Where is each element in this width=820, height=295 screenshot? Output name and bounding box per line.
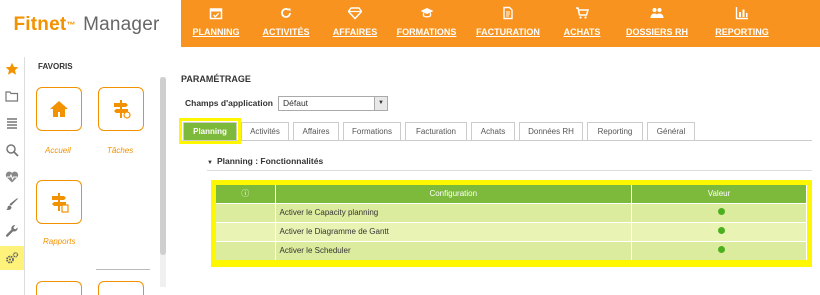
diamond-icon [348,6,362,20]
value-cell[interactable] [631,240,807,260]
nav-label: AFFAIRES [332,27,378,37]
cart-icon [575,6,589,20]
config-label: Activer le Scheduler [275,240,632,260]
signpost-icon [114,100,131,119]
folder-icon[interactable] [0,84,24,108]
scope-select[interactable]: Défaut ▼ [278,96,388,111]
table-cell-empty [216,221,276,241]
nav-activites[interactable]: ACTIVITÉS [251,0,321,47]
page-title: PARAMÉTRAGE [181,74,251,84]
table-row: Activer le Diagramme de Gantt [216,221,807,241]
favorites-scrollbar-thumb[interactable] [160,77,166,255]
tab-achats[interactable]: Achats [471,122,515,140]
tab-donnees-rh[interactable]: Données RH [519,122,583,140]
table-cell-empty [216,240,276,260]
nav-label: ACHATS [563,27,601,37]
nav-affaires[interactable]: AFFAIRES [321,0,389,47]
nav-formations[interactable]: FORMATIONS [389,0,464,47]
table-row: Activer le Scheduler [216,240,807,260]
table-row: Activer le Capacity planning [216,202,807,222]
favorite-tile-partial[interactable] [98,281,144,295]
nav-label: ACTIVITÉS [262,27,310,37]
table-cell-empty [216,202,276,222]
favorites-title: FAVORIS [38,62,73,71]
refresh-icon [279,6,293,20]
brush-icon[interactable] [0,192,24,216]
calendar-icon [209,6,223,20]
favorite-label-accueil[interactable]: Accueil [45,146,71,155]
home-icon [50,101,68,117]
tab-activites[interactable]: Activités [241,122,289,140]
value-cell[interactable] [631,221,807,241]
value-cell[interactable] [631,202,807,222]
tab-planning[interactable]: Planning [179,118,241,144]
tab-facturation[interactable]: Facturation [405,122,467,140]
bar-chart-icon [735,6,749,20]
tab-bar: Planning Activités Affaires Formations F… [179,118,812,144]
favorite-label-rapports[interactable]: Rapports [43,237,75,246]
favorite-accueil[interactable] [36,87,82,131]
chevron-down-icon[interactable]: ▼ [374,97,387,110]
logo-rest: Manager [83,14,160,35]
users-icon [650,6,664,20]
nav-planning[interactable]: PLANNING [181,0,251,47]
heartbeat-icon[interactable] [0,165,24,189]
logo-tm: ™ [66,20,76,30]
favorite-label-taches[interactable]: Tâches [107,146,133,155]
wrench-icon[interactable] [0,219,24,243]
config-table-highlight: ⓘ Configuration Valeur Activer le Capaci… [211,180,812,267]
scope-select-value: Défaut [283,98,309,108]
app-logo: Fitnet ™ Manager [0,0,173,50]
favorite-tile-partial[interactable] [36,281,82,295]
favorites-divider [96,269,150,270]
favorite-taches[interactable] [98,87,144,131]
section-divider [207,170,812,171]
info-icon: ⓘ [216,185,276,203]
section-title: Planning : Fonctionnalités [216,156,324,166]
invoice-icon [501,6,515,20]
tab-reporting[interactable]: Reporting [587,122,643,140]
logo-main: Fitnet [13,14,67,35]
status-on-icon[interactable] [717,227,725,234]
favorite-rapports[interactable] [36,180,82,224]
nav-facturation[interactable]: FACTURATION [464,0,552,47]
favorites-panel: FAVORIS Accueil Tâches Rapports [24,57,169,295]
field-label: Champs d'application [185,98,273,108]
nav-label: DOSSIERS RH [625,27,688,37]
signpost-doc-icon [52,193,69,213]
column-header-configuration: Configuration [275,185,632,203]
nav-label: REPORTING [715,27,769,37]
gears-icon[interactable] [0,246,24,270]
tab-general[interactable]: Général [647,122,695,140]
tab-affaires[interactable]: Affaires [293,122,339,140]
config-label: Activer le Diagramme de Gantt [275,221,632,241]
list-icon[interactable] [0,111,24,135]
status-on-icon[interactable] [717,246,725,254]
nav-label: PLANNING [192,27,240,37]
nav-achats[interactable]: ACHATS [552,0,612,47]
search-icon[interactable] [0,138,24,162]
status-on-icon[interactable] [717,208,725,215]
top-nav: PLANNING ACTIVITÉS AFFAIRES FORMATIONS F… [181,0,820,47]
nav-dossiers-rh[interactable]: DOSSIERS RH [612,0,702,47]
nav-label: FACTURATION [476,27,540,37]
section-header[interactable]: ▼ Planning : Fonctionnalités [207,156,323,166]
column-header-valeur: Valeur [631,185,807,203]
config-label: Activer le Capacity planning [275,202,632,222]
left-rail [0,57,24,295]
config-table: ⓘ Configuration Valeur Activer le Capaci… [216,185,807,260]
nav-reporting[interactable]: REPORTING [702,0,782,47]
caret-down-icon: ▼ [207,160,213,166]
graduation-cap-icon [420,6,434,20]
tab-formations[interactable]: Formations [343,122,401,140]
star-icon[interactable] [0,57,24,81]
nav-label: FORMATIONS [396,27,457,37]
